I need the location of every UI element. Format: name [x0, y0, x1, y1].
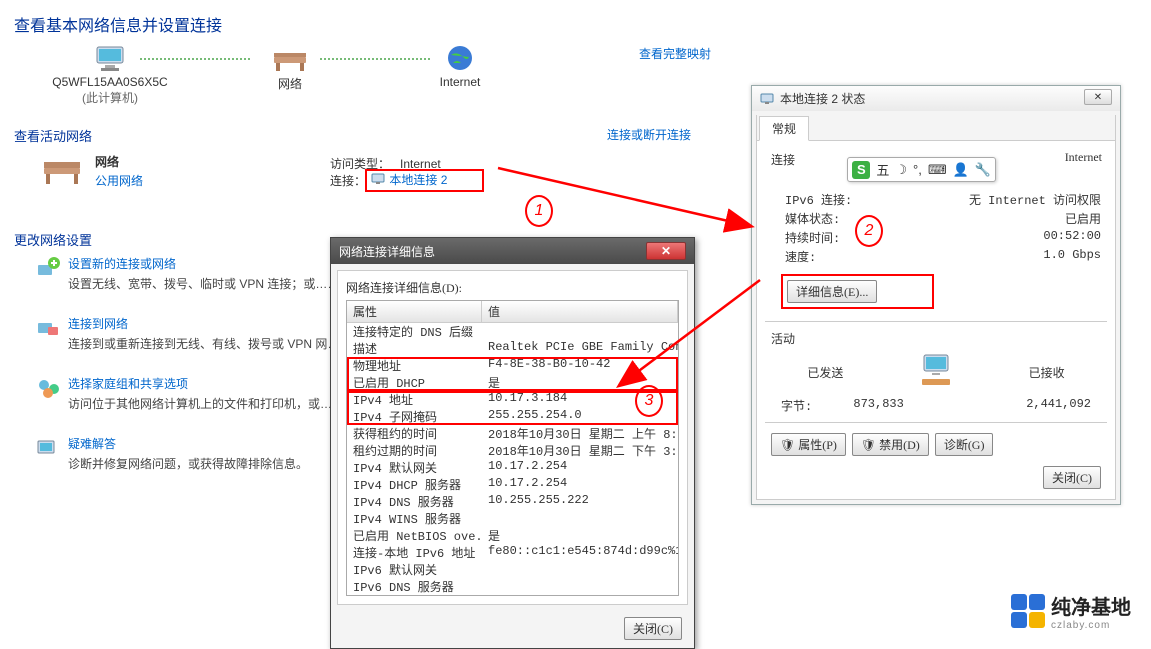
col-property: 属性	[347, 301, 482, 322]
connection-status-window: 本地连接 2 状态 ✕ 常规 连接 -- IPv6 连接:无 Internet …	[751, 85, 1121, 505]
task-title[interactable]: 疑难解答	[68, 435, 116, 452]
annotation-1: 1	[525, 195, 553, 227]
ime-item[interactable]: °,	[913, 162, 922, 177]
ipv4-value: Internet	[1065, 150, 1102, 165]
details-label: 网络连接详细信息(D):	[346, 279, 679, 296]
disable-button[interactable]: 🛡 禁用(D)	[852, 433, 929, 456]
table-row: IPv4 默认网关10.17.2.254	[347, 459, 678, 476]
node-computer: Q5WFL15AA0S6X5C (此计算机)	[50, 40, 170, 106]
details-close-bottom-button[interactable]: 关闭(C)	[624, 617, 682, 640]
adapter-icon	[371, 173, 385, 185]
connect-icon	[36, 315, 62, 344]
activity-icon	[916, 353, 956, 391]
task-desc: 访问位于其他网络计算机上的文件和打印机，或……	[68, 395, 344, 412]
ime-toolbar[interactable]: S 五 ☽ °, ⌨ 👤 🔧	[847, 157, 996, 182]
details-button[interactable]: 详细信息(E)...	[787, 280, 877, 303]
watermark-brand: 纯净基地	[1051, 591, 1131, 620]
setup-icon	[36, 255, 62, 284]
table-row: 连接特定的 DNS 后缀	[347, 323, 678, 340]
network-map: Q5WFL15AA0S6X5C (此计算机) 网络 Internet	[50, 40, 731, 110]
diagnose-button[interactable]: 诊断(G)	[935, 433, 994, 456]
local-connection-link[interactable]: 本地连接 2	[365, 169, 484, 192]
ime-item[interactable]: ⌨	[928, 162, 947, 178]
table-row: 已启用 NetBIOS ove...是	[347, 527, 678, 544]
table-row: 已启用 DHCP是	[347, 374, 678, 391]
page-title: 查看基本网络信息并设置连接	[14, 12, 222, 36]
table-row: 租约过期的时间2018年10月30日 星期二 下午 3:1	[347, 442, 678, 459]
task-title[interactable]: 连接到网络	[68, 315, 128, 332]
table-row: 连接-本地 IPv6 地址fe80::c1c1:e545:874d:d99c%1…	[347, 544, 678, 561]
ime-item[interactable]: 🔧	[975, 162, 991, 178]
connection-details-window: 网络连接详细信息 ✕ 网络连接详细信息(D): 属性 值 连接特定的 DNS 后…	[330, 237, 695, 649]
adapter-icon	[760, 93, 774, 105]
task-desc: 诊断并修复网络问题，或获得故障排除信息。	[68, 455, 308, 472]
connect-disconnect-link[interactable]: 连接或断开连接	[607, 126, 691, 143]
watermark-logo-icon	[1011, 594, 1045, 628]
col-value: 值	[482, 301, 678, 322]
tab-general[interactable]: 常规	[759, 116, 809, 141]
task-desc: 连接到或重新连接到无线、有线、拨号或 VPN 网……	[68, 335, 351, 352]
ime-logo-icon: S	[852, 161, 870, 179]
properties-button[interactable]: 🛡 属性(P)	[771, 433, 846, 456]
status-close-button[interactable]: ✕	[1084, 89, 1112, 105]
annotation-3: 3	[635, 385, 663, 417]
bytes-row: 字节: 873,833 2,441,092	[771, 397, 1101, 414]
task-desc: 设置无线、宽带、拨号、临时或 VPN 连接；或……	[68, 275, 339, 292]
computer-name: Q5WFL15AA0S6X5C	[50, 75, 170, 89]
table-row: IPv4 DHCP 服务器10.17.2.254	[347, 476, 678, 493]
media-row: 媒体状态:已启用	[771, 209, 1101, 228]
see-full-map-link[interactable]: 查看完整映射	[639, 45, 711, 62]
status-title-text: 本地连接 2 状态	[780, 90, 865, 107]
duration-row: 持续时间:00:52:00	[771, 228, 1101, 247]
connections-row: 连接： 本地连接 2	[330, 172, 484, 192]
watermark-url: czlaby.com	[1051, 620, 1131, 631]
homegroup-icon	[36, 375, 62, 404]
ime-item[interactable]: 👤	[953, 162, 969, 178]
table-row: 获得租约的时间2018年10月30日 星期二 上午 8:1	[347, 425, 678, 442]
table-row: IPv6 默认网关	[347, 561, 678, 578]
active-network-block: 网络 公用网络 访问类型： Internet 连接： 本地连接 2	[40, 150, 731, 205]
network-name: 网络	[95, 153, 119, 170]
troubleshoot-icon	[36, 435, 62, 464]
status-buttons: 🛡 属性(P) 🛡 禁用(D) 诊断(G)	[771, 433, 1101, 456]
table-row: IPv4 子网掩码255.255.254.0	[347, 408, 678, 425]
details-title-text: 网络连接详细信息	[339, 243, 435, 260]
ime-item[interactable]: ☽	[895, 162, 907, 178]
annotation-2: 2	[855, 215, 883, 247]
view-active-networks-label: 查看活动网络	[14, 126, 92, 145]
task-title[interactable]: 设置新的连接或网络	[68, 255, 176, 272]
table-row: 物理地址F4-8E-38-B0-10-42	[347, 357, 678, 374]
internet-label: Internet	[400, 75, 520, 89]
table-row: 描述Realtek PCIe GBE Family Contro	[347, 340, 678, 357]
details-table: 属性 值 连接特定的 DNS 后缀描述Realtek PCIe GBE Fami…	[346, 300, 679, 596]
node-internet: Internet	[400, 40, 520, 89]
network-category-icon	[40, 150, 84, 189]
status-titlebar: 本地连接 2 状态 ✕	[752, 86, 1120, 111]
task-title[interactable]: 选择家庭组和共享选项	[68, 375, 188, 392]
details-titlebar: 网络连接详细信息 ✕	[331, 238, 694, 264]
computer-sub: (此计算机)	[50, 89, 170, 106]
status-close-bottom-button[interactable]: 关闭(C)	[1043, 466, 1101, 489]
ime-mode[interactable]: 五	[876, 160, 889, 179]
section-activity: 活动	[771, 330, 1101, 347]
table-row: IPv4 DNS 服务器10.255.255.222	[347, 493, 678, 510]
activity-labels: 已发送 已接收	[771, 353, 1101, 391]
details-close-button[interactable]: ✕	[646, 242, 686, 260]
speed-row: 速度:1.0 Gbps	[771, 247, 1101, 266]
table-row: IPv6 DNS 服务器	[347, 578, 678, 595]
ipv6-row: IPv6 连接:无 Internet 访问权限	[771, 190, 1101, 209]
change-settings-label: 更改网络设置	[14, 230, 92, 249]
node-network: 网络	[230, 40, 350, 92]
table-row: IPv4 地址10.17.3.184	[347, 391, 678, 408]
network-label: 网络	[230, 75, 350, 92]
public-network-link[interactable]: 公用网络	[95, 172, 143, 189]
watermark: 纯净基地 czlaby.com	[1011, 591, 1131, 631]
table-row: IPv4 WINS 服务器	[347, 510, 678, 527]
